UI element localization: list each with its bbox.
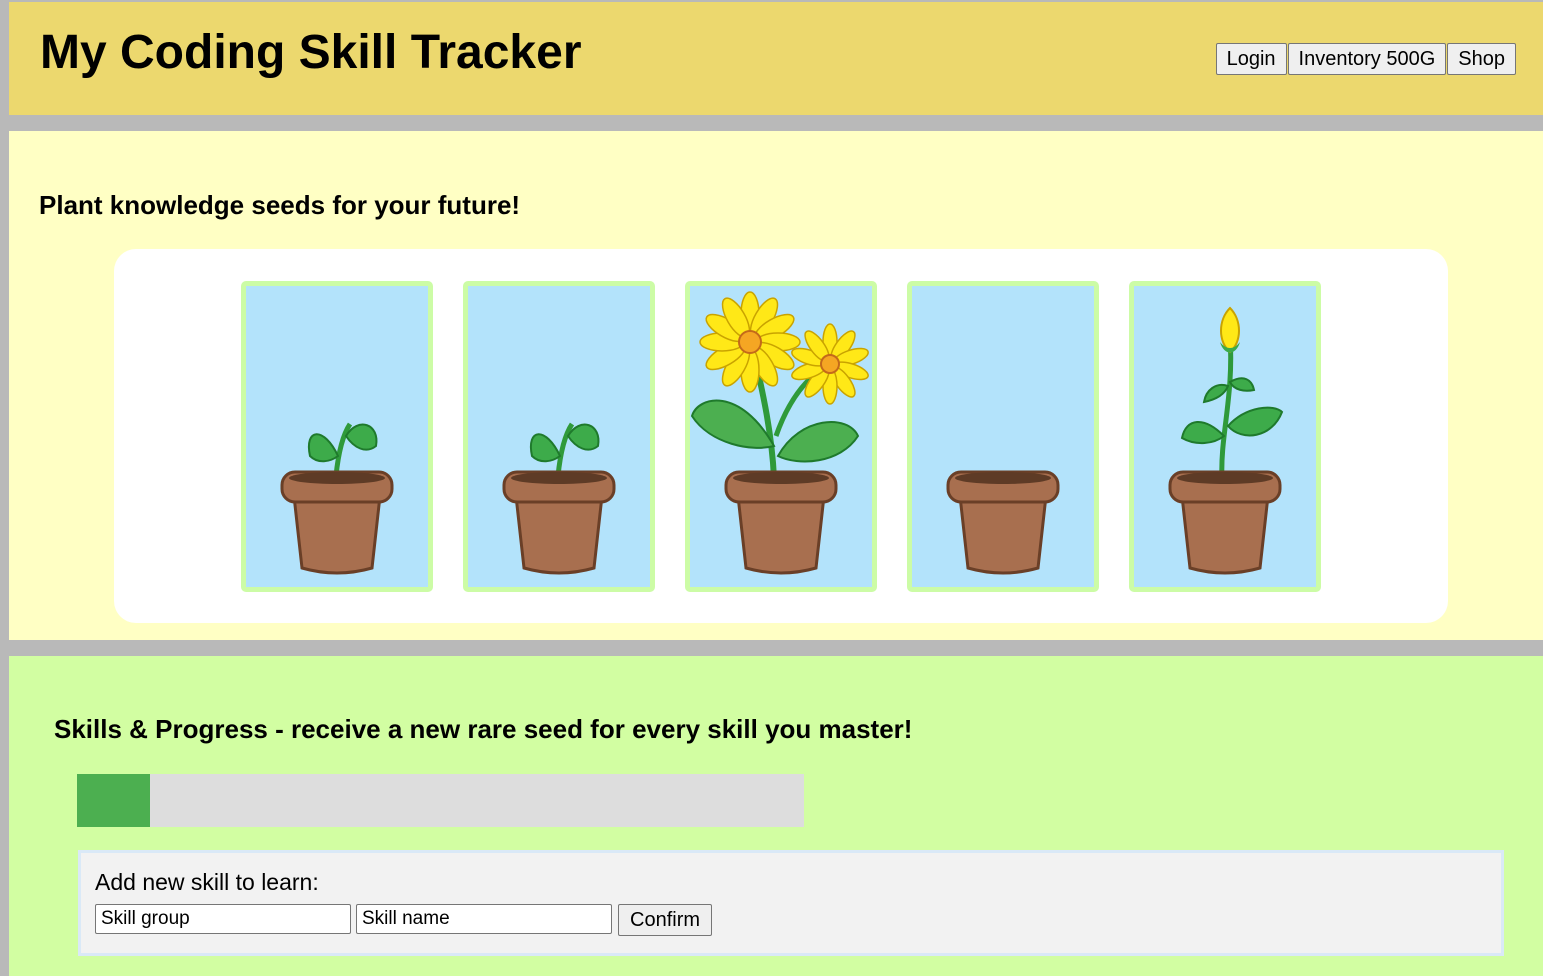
- sprout-pot-icon: [502, 422, 616, 575]
- confirm-button[interactable]: Confirm: [618, 904, 713, 936]
- garden-section: Plant knowledge seeds for your future!: [9, 131, 1543, 640]
- garden-plot[interactable]: [1129, 281, 1321, 592]
- progress-bar-fill: [77, 774, 150, 827]
- login-button[interactable]: Login: [1215, 43, 1287, 75]
- skills-title: Skills & Progress - receive a new rare s…: [54, 714, 913, 744]
- add-skill-form: Add new skill to learn: Confirm: [78, 850, 1504, 956]
- sunflower-pot-icon: [690, 291, 869, 575]
- garden-plots-container: [114, 249, 1448, 623]
- skill-name-input[interactable]: [356, 904, 612, 934]
- app-title: My Coding Skill Tracker: [40, 26, 582, 79]
- garden-plot[interactable]: [685, 281, 877, 592]
- garden-title: Plant knowledge seeds for your future!: [39, 190, 521, 220]
- shop-button[interactable]: Shop: [1447, 43, 1516, 75]
- garden-plot[interactable]: [463, 281, 655, 592]
- skills-section: Skills & Progress - receive a new rare s…: [9, 656, 1543, 976]
- app-header: My Coding Skill Tracker Login Inventory …: [9, 2, 1543, 115]
- empty-pot-icon: [946, 470, 1060, 575]
- garden-plot[interactable]: [241, 281, 433, 592]
- flower-bud-pot-icon: [1168, 306, 1284, 575]
- sprout-pot-icon: [280, 422, 394, 575]
- skill-group-input[interactable]: [95, 904, 351, 934]
- garden-plot[interactable]: [907, 281, 1099, 592]
- top-nav: Login Inventory 500G Shop: [1215, 43, 1516, 75]
- add-skill-label: Add new skill to learn:: [95, 869, 319, 895]
- inventory-button[interactable]: Inventory 500G: [1287, 43, 1447, 75]
- skills-progress-bar: [77, 774, 804, 827]
